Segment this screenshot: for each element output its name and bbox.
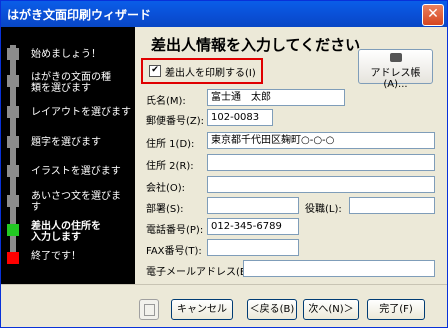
step-marker-layout <box>7 106 19 118</box>
print-sender-checkbox-label[interactable]: 差出人を印刷する(I) <box>165 64 256 79</box>
step-marker-start <box>7 48 19 60</box>
address1-field[interactable]: 東京都千代田区麹町○-○-○ <box>207 132 435 149</box>
cancel-button[interactable]: キャンセル <box>171 299 233 320</box>
button-bar: キャンセル ＜戻る(B) 次へ(N)＞ 完了(F) <box>1 284 447 327</box>
wizard-window: はがき文面印刷ウィザード ✕ 始めましょう！ はがきの文面の種 類を選びます レ… <box>0 0 448 328</box>
step-marker-greeting <box>7 195 19 207</box>
help-icon <box>143 304 155 316</box>
step-start: 始めましょう！ <box>31 49 101 60</box>
print-sender-checkbox[interactable]: ✔ <box>149 65 161 77</box>
fax-field[interactable] <box>207 239 299 256</box>
address-book-icon <box>389 53 402 62</box>
department-field[interactable] <box>207 197 299 214</box>
wizard-steps-sidebar: 始めましょう！ はがきの文面の種 類を選びます レイアウトを選びます 題字を選び… <box>1 27 135 284</box>
back-button[interactable]: ＜戻る(B) <box>247 299 297 320</box>
finish-button[interactable]: 完了(F) <box>367 299 425 320</box>
step-layout: レイアウトを選びます <box>31 107 131 118</box>
step-finish: 終了です！ <box>31 251 81 262</box>
step-title-text: 題字を選びます <box>31 137 101 148</box>
print-sender-highlight: ✔ 差出人を印刷する(I) <box>141 58 263 84</box>
help-button[interactable] <box>139 299 159 320</box>
sender-info-panel: 差出人情報を入力してください アドレス帳(A)... ✔ 差出人を印刷する(I)… <box>135 27 447 284</box>
company-label: 会社(O): <box>146 183 186 194</box>
address2-label: 住所 2(R): <box>146 161 194 172</box>
step-marker-sender-address <box>7 224 19 236</box>
step-sender-address-line2: 入力します <box>31 232 81 243</box>
department-label: 部署(S): <box>146 204 184 215</box>
phone-label: 電話番号(P): <box>146 225 204 236</box>
step-greeting: あいさつ文を選びま す <box>31 191 121 213</box>
phone-field[interactable]: 012-345-6789 <box>207 218 299 235</box>
page-title: 差出人情報を入力してください <box>151 36 361 54</box>
email-field[interactable] <box>243 260 435 277</box>
step-greeting-line1: あいさつ文を選びま <box>31 191 121 202</box>
close-button[interactable]: ✕ <box>422 4 444 26</box>
address-book-button[interactable]: アドレス帳(A)... <box>358 49 433 90</box>
email-label: 電子メールアドレス(E): <box>146 267 254 278</box>
step-sender-address-line1: 差出人の住所を <box>31 221 101 232</box>
company-field[interactable] <box>207 176 435 193</box>
step-marker-card-type <box>7 75 19 87</box>
name-label: 氏名(M): <box>146 96 186 107</box>
zip-field[interactable]: 102-0083 <box>207 109 273 126</box>
position-label: 役職(L): <box>305 204 342 215</box>
step-greeting-line2: す <box>31 202 41 213</box>
zip-label: 郵便番号(Z): <box>146 116 205 127</box>
step-card-type-line1: はがきの文面の種 <box>31 72 111 83</box>
step-illustration: イラストを選びます <box>31 166 121 177</box>
step-marker-finish <box>7 252 19 264</box>
step-sender-address: 差出人の住所を 入力します <box>31 221 101 243</box>
position-field[interactable] <box>349 197 435 214</box>
title-bar[interactable]: はがき文面印刷ウィザード ✕ <box>1 1 447 27</box>
address1-label: 住所 1(D): <box>146 139 195 150</box>
address-book-button-label: アドレス帳(A)... <box>370 68 421 90</box>
step-card-type-line2: 類を選びます <box>31 83 91 94</box>
address2-field[interactable] <box>207 154 435 171</box>
fax-label: FAX番号(T): <box>146 246 202 257</box>
step-marker-title-text <box>7 136 19 148</box>
step-card-type: はがきの文面の種 類を選びます <box>31 72 111 94</box>
next-button[interactable]: 次へ(N)＞ <box>303 299 359 320</box>
name-field[interactable]: 富士通 太郎 <box>207 89 345 106</box>
window-title: はがき文面印刷ウィザード <box>7 8 152 22</box>
step-marker-illustration <box>7 165 19 177</box>
